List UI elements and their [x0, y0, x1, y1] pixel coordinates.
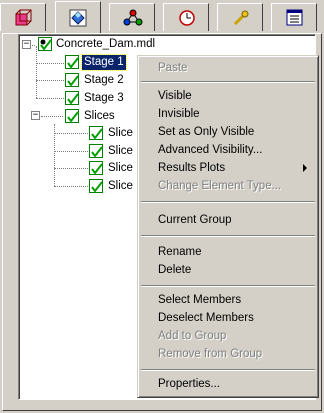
check-icon — [67, 75, 79, 87]
slice-checkbox[interactable] — [89, 126, 103, 140]
tab-history[interactable] — [163, 3, 209, 31]
menu-item-invisible[interactable]: Invisible — [141, 105, 315, 123]
menu-item-set-only-visible[interactable]: Set as Only Visible — [141, 123, 315, 141]
stage2-checkbox[interactable] — [65, 73, 79, 87]
tree-line — [54, 151, 88, 152]
collapse-toggle[interactable]: − — [22, 40, 31, 49]
wrench-icon — [233, 10, 249, 26]
tree-line — [36, 63, 64, 64]
check-icon — [67, 57, 79, 69]
clock-icon — [179, 10, 195, 26]
blue-diamond-icon — [69, 9, 87, 27]
check-icon — [40, 39, 52, 51]
red-cube-icon — [15, 9, 32, 26]
menu-item-deselect-members[interactable]: Deselect Members — [141, 309, 315, 327]
tree-slice-label[interactable]: Slice — [106, 161, 135, 176]
tree-slice-label[interactable]: Slice — [106, 126, 135, 141]
tree-line — [36, 80, 64, 81]
menu-item-paste: Paste — [158, 62, 188, 74]
check-icon — [91, 128, 103, 140]
tree-slice-label[interactable]: Slice — [106, 144, 135, 159]
tab-tools[interactable] — [217, 3, 263, 31]
menu-item-rename[interactable]: Rename — [141, 243, 315, 261]
root-checkbox[interactable] — [38, 37, 52, 51]
menu-item-results-plots-label: Results Plots — [158, 162, 226, 174]
tab-visibility[interactable] — [55, 1, 101, 34]
context-menu: Paste Visible Invisible Set as Only Visi… — [137, 55, 319, 398]
tree-root-label[interactable]: Concrete_Dam.mdl — [54, 37, 157, 52]
menu-item-select-members[interactable]: Select Members — [141, 291, 315, 309]
slices-checkbox[interactable] — [65, 109, 79, 123]
tree-stage3-label[interactable]: Stage 3 — [82, 91, 126, 106]
stage1-checkbox[interactable] — [65, 55, 79, 69]
menu-item-remove-from-group: Remove from Group — [158, 348, 263, 360]
menu-item-delete[interactable]: Delete — [141, 261, 315, 279]
tree-line — [54, 133, 88, 134]
menu-separator — [141, 369, 315, 371]
tab-strip — [0, 0, 324, 34]
tree-line — [54, 168, 88, 169]
submenu-arrow-icon — [303, 164, 307, 172]
check-icon — [91, 181, 103, 193]
collapse-toggle[interactable]: − — [31, 111, 40, 120]
check-icon — [91, 163, 103, 175]
tab-properties[interactable] — [271, 3, 317, 31]
menu-item-add-to-group: Add to Group — [158, 330, 227, 342]
menu-separator — [141, 235, 315, 237]
menu-item-visible[interactable]: Visible — [141, 87, 315, 105]
tree-slice-label[interactable]: Slice — [106, 179, 135, 194]
tree-line — [36, 98, 64, 99]
menu-item-change-element-type: Change Element Type... — [158, 180, 282, 192]
slice-checkbox[interactable] — [89, 161, 103, 175]
tab-groups[interactable] — [109, 3, 155, 31]
tree-line — [41, 116, 63, 117]
tree-stage2-label[interactable]: Stage 2 — [82, 73, 126, 88]
tree-stage1-label[interactable]: Stage 1 — [81, 54, 127, 71]
tab-model[interactable] — [0, 3, 46, 31]
tree-line — [54, 186, 88, 187]
stage3-checkbox[interactable] — [65, 91, 79, 105]
menu-separator — [141, 201, 315, 203]
tree-line — [36, 46, 37, 98]
menu-item-results-plots[interactable]: Results Plots — [141, 159, 315, 177]
slice-checkbox[interactable] — [89, 179, 103, 193]
check-icon — [67, 111, 79, 123]
menu-separator — [141, 81, 315, 83]
menu-item-current-group[interactable]: Current Group — [141, 211, 315, 229]
triangle-circles-icon — [123, 9, 143, 26]
tree-slices-label[interactable]: Slices — [82, 109, 117, 124]
slice-checkbox[interactable] — [89, 144, 103, 158]
list-window-icon — [286, 9, 303, 26]
check-icon — [91, 146, 103, 158]
check-icon — [67, 93, 79, 105]
menu-separator — [141, 285, 315, 287]
menu-item-advanced-visibility[interactable]: Advanced Visibility... — [141, 141, 315, 159]
menu-item-properties[interactable]: Properties... — [141, 375, 315, 393]
